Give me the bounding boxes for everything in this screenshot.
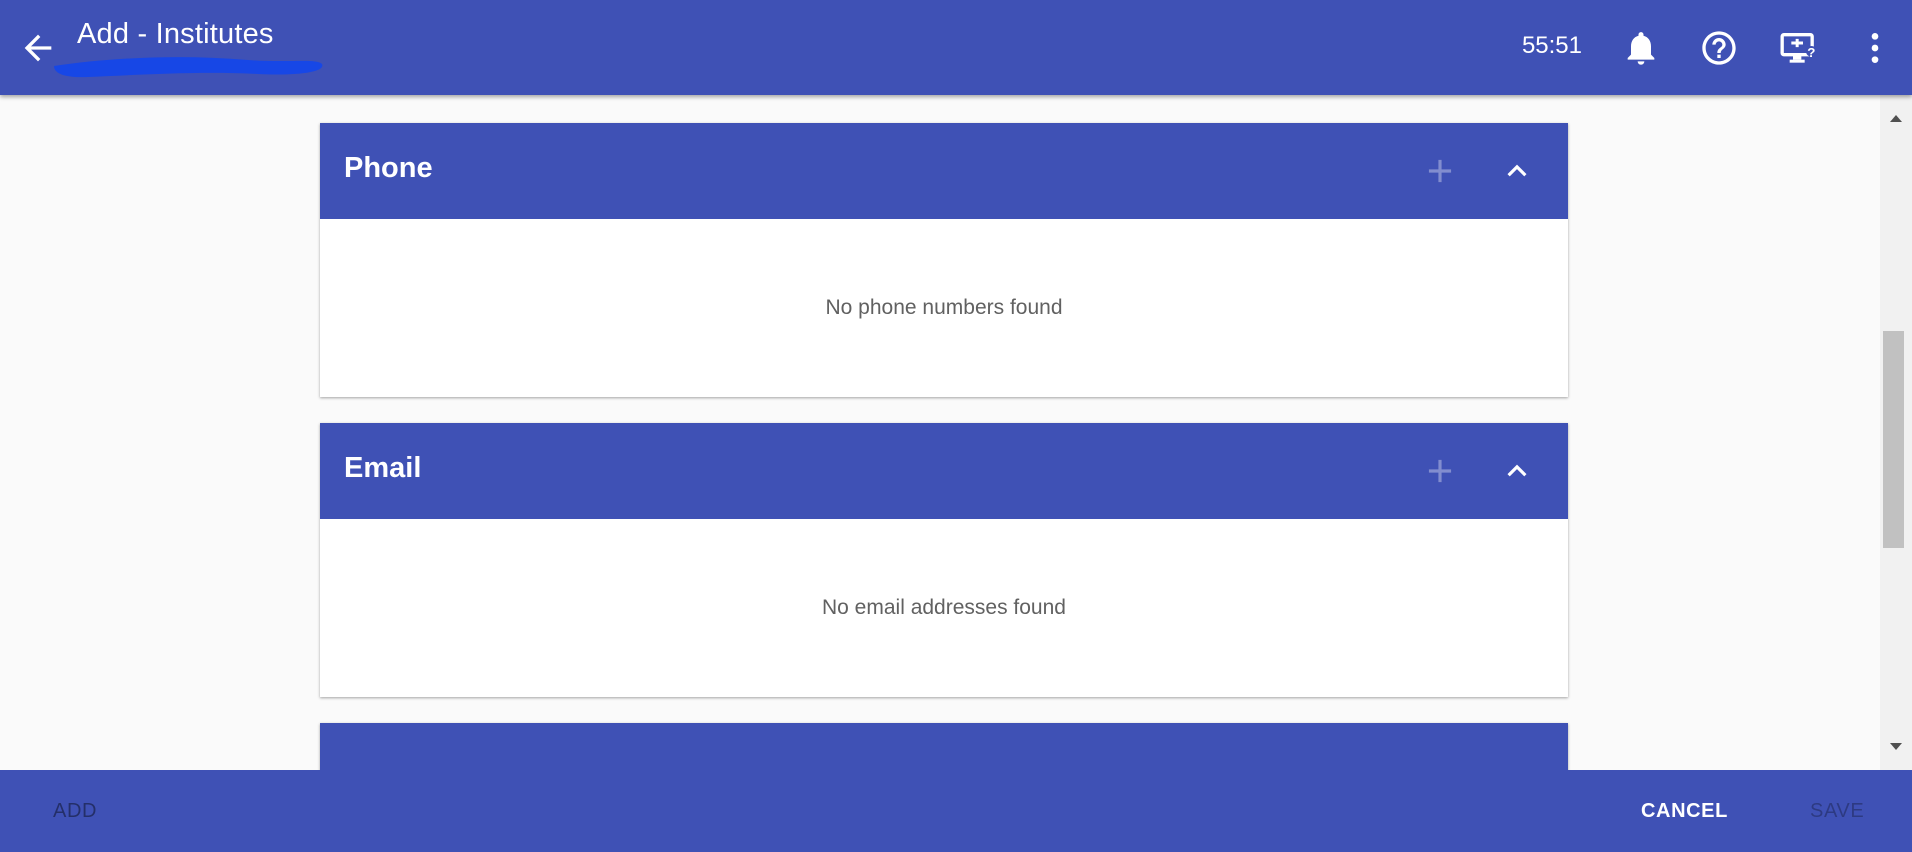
- add-email-button[interactable]: [1421, 452, 1459, 490]
- next-section-card: [320, 723, 1568, 770]
- scroll-down-arrow-icon[interactable]: [1880, 736, 1912, 758]
- phone-empty-message: No phone numbers found: [825, 296, 1063, 319]
- help-button[interactable]: [1699, 28, 1739, 68]
- next-section-header: [320, 723, 1568, 770]
- top-app-bar: Add - Institutes 55:51 ?: [0, 0, 1912, 95]
- bottom-action-bar: ADD CANCEL SAVE: [0, 770, 1912, 852]
- bell-icon: [1627, 32, 1655, 65]
- plus-icon: [1428, 459, 1452, 483]
- scrollbar-thumb[interactable]: [1883, 331, 1904, 548]
- cancel-button[interactable]: CANCEL: [1641, 770, 1728, 852]
- screen-help-icon: ?: [1780, 33, 1817, 63]
- email-section-card: Email No email addresses found: [320, 423, 1568, 697]
- save-button[interactable]: SAVE: [1810, 770, 1864, 852]
- redaction-scribble: [54, 57, 323, 78]
- chevron-up-icon: [1507, 464, 1527, 477]
- scroll-up-arrow-icon[interactable]: [1880, 107, 1912, 129]
- phone-section-title: Phone: [344, 152, 433, 184]
- notifications-button[interactable]: [1621, 28, 1661, 68]
- screen-help-button[interactable]: ?: [1778, 28, 1818, 68]
- form-content: Phone No phone numbers found Email No em…: [0, 95, 1880, 770]
- chevron-up-icon: [1507, 164, 1527, 177]
- email-empty-message: No email addresses found: [822, 596, 1066, 619]
- email-section-title: Email: [344, 452, 422, 484]
- more-vert-icon: [1871, 33, 1879, 63]
- phone-section-header: Phone: [320, 123, 1568, 219]
- svg-text:?: ?: [1807, 45, 1815, 60]
- more-options-button[interactable]: [1855, 28, 1895, 68]
- add-button[interactable]: ADD: [53, 770, 97, 852]
- help-icon: [1702, 31, 1736, 65]
- content-scrollbar[interactable]: [1880, 95, 1912, 770]
- plus-icon: [1428, 159, 1452, 183]
- collapse-phone-button[interactable]: [1498, 152, 1536, 190]
- add-phone-button[interactable]: [1421, 152, 1459, 190]
- phone-section-card: Phone No phone numbers found: [320, 123, 1568, 397]
- session-timer: 55:51: [1521, 32, 1582, 59]
- collapse-email-button[interactable]: [1498, 452, 1536, 490]
- email-section-header: Email: [320, 423, 1568, 519]
